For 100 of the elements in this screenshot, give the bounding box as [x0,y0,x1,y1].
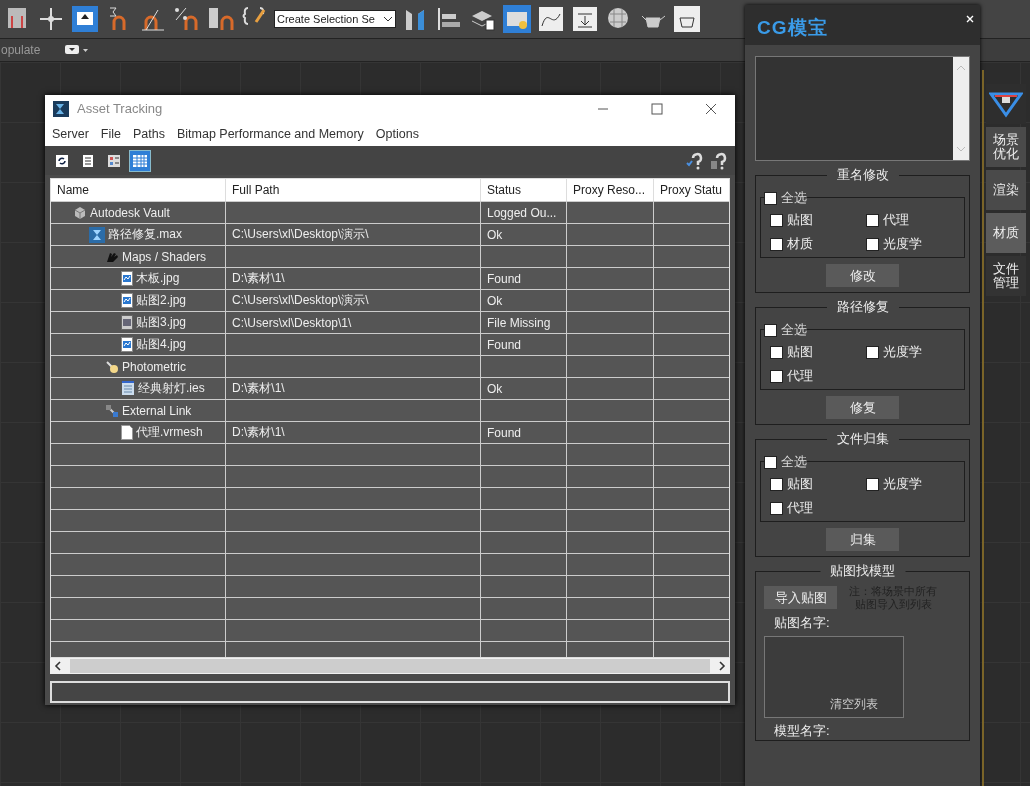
column-header[interactable]: Proxy Statu [654,179,729,201]
map-list-box[interactable]: 清空列表 [764,636,904,719]
thumbnail-list-icon [107,153,121,168]
column-header[interactable]: Status [481,179,567,201]
checkbox[interactable] [865,477,879,491]
side-tab[interactable]: 渲染 [986,170,1026,210]
checkbox-label[interactable]: 贴图 [787,343,813,361]
image-file-icon [121,293,133,308]
logo: CG模宝 [757,16,828,40]
maximize-icon[interactable] [651,102,663,115]
action-button[interactable]: 修改 [826,264,899,287]
checkbox-label[interactable]: 贴图 [787,475,813,493]
checkbox-label[interactable]: 光度学 [882,235,922,253]
grid-icon [132,153,148,168]
checkbox[interactable] [764,191,777,205]
file-icon [89,226,105,243]
checkbox-label[interactable]: 代理 [882,211,909,229]
column-header[interactable]: Full Path [226,179,481,201]
column-header[interactable]: Proxy Reso... [567,179,654,201]
checkbox-label[interactable]: 光度学 [882,475,922,493]
schematic-icon[interactable] [570,4,600,34]
menu-item[interactable]: File [100,127,121,141]
group-title: 重名修改 [826,166,899,184]
menu-item[interactable]: Server [52,127,89,141]
tree-item[interactable]: 路径修复.max [108,226,182,243]
checkbox[interactable] [865,345,879,359]
action-button[interactable]: 修复 [826,396,899,419]
checkbox-label[interactable]: 代理 [787,367,813,385]
cube-icon [73,205,87,220]
menu-item[interactable]: Bitmap Performance and Memory [176,127,364,141]
group-title: 路径修复 [826,298,899,316]
checkbox[interactable] [865,237,879,251]
path-cell: C:\Users\xl\Desktop\演示\ [232,226,369,243]
scroll-left-icon[interactable] [54,661,62,671]
status-cell: Found [487,337,522,352]
checkbox-label[interactable]: 光度学 [882,343,922,361]
select-icon[interactable] [70,4,100,34]
help-icon[interactable] [685,151,705,170]
field-label: 贴图名字: [773,614,830,633]
tree-item[interactable]: 贴图3.jpg [136,314,187,331]
horizontal-scrollbar[interactable] [50,658,730,674]
path-cell: D:\素材\1\ [232,424,285,441]
status-cell: Found [487,425,522,440]
app-icon [53,100,69,117]
tree-item[interactable]: 贴图2.jpg [136,292,187,309]
import-button[interactable]: 导入贴图 [764,586,837,610]
side-tab[interactable]: 场景优化 [986,127,1026,167]
checkbox-label[interactable]: 材质 [787,235,813,253]
link-icon [105,403,119,418]
checkbox[interactable] [865,213,879,227]
tree-item[interactable]: 经典射灯.ies [138,380,205,397]
checkbox-label[interactable]: 代理 [787,499,813,517]
help-icon[interactable] [709,151,729,170]
checkbox[interactable] [770,501,783,515]
column-header[interactable]: Name [51,179,226,201]
status-cell: Found [487,271,522,286]
checkbox[interactable] [770,237,783,251]
status-cell: Ok [487,381,503,396]
tree-item[interactable]: 代理.vrmesh [136,424,203,441]
image-file-icon [121,315,133,330]
tree-item[interactable]: Photometric [122,359,187,374]
tree-item[interactable]: Autodesk Vault [90,205,170,220]
checkbox[interactable] [770,369,783,383]
table-view-button[interactable] [129,149,151,172]
caret-icon [383,16,393,22]
tree-item[interactable]: External Link [122,403,192,418]
checkbox[interactable] [770,345,783,359]
status-cell: File Missing [487,315,551,330]
side-tab[interactable]: 材质 [986,213,1026,253]
tree-item[interactable]: Maps / Shaders [122,249,207,264]
refresh-icon [55,153,69,168]
curve-editor-icon[interactable] [536,4,566,34]
checkbox[interactable] [764,323,777,337]
path-cell: C:\Users\xl\Desktop\演示\ [232,292,369,309]
checkbox-label[interactable]: 贴图 [787,211,813,229]
menu-item[interactable]: Paths [133,127,165,141]
selection-set-dropdown[interactable]: Create Selection Se [274,10,396,28]
close-icon[interactable] [705,102,717,115]
side-tab[interactable]: 文件管理 [986,256,1026,296]
group-title: 文件归集 [826,430,899,448]
field-label: 模型名字: [773,722,830,741]
image-file-icon [121,271,133,286]
log-textarea[interactable] [755,56,970,161]
scrollbar-thumb[interactable] [70,659,710,673]
menu-item[interactable]: Options [375,127,419,141]
scroll-right-icon[interactable] [718,661,726,671]
status-cell: Logged Ou... [487,205,557,220]
tree-item[interactable]: 木板.jpg [136,270,180,287]
checkbox[interactable] [770,213,783,227]
checkbox[interactable] [764,455,777,469]
group-title: 贴图找模型 [820,562,905,580]
status-field[interactable] [50,681,730,703]
checkbox[interactable] [770,477,783,491]
dropdown-icon[interactable] [64,44,91,56]
path-cell: C:\Users\xl\Desktop\1\ [232,315,352,330]
populate-label[interactable]: opulate [1,43,41,57]
clear-list-button[interactable]: 清空列表 [830,696,878,718]
status-cell: Ok [487,227,503,242]
action-button[interactable]: 归集 [826,528,899,551]
tree-item[interactable]: 贴图4.jpg [136,336,187,353]
